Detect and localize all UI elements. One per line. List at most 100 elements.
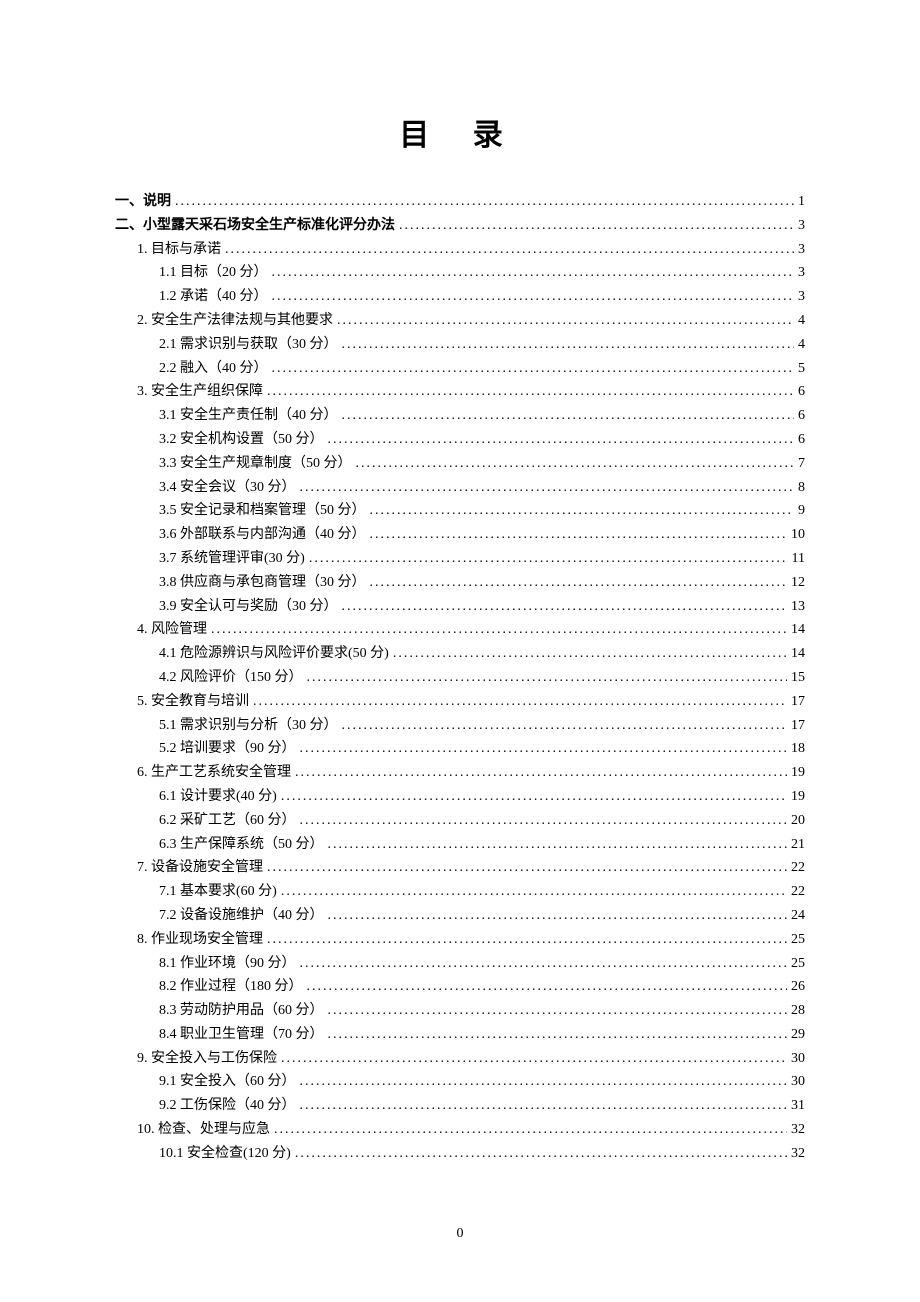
toc-entry-page: 29 xyxy=(791,1023,805,1047)
toc-entry-label: 3.1 安全生产责任制（40 分） xyxy=(159,404,338,428)
toc-leader xyxy=(267,380,794,404)
toc-entry-page: 30 xyxy=(791,1047,805,1071)
toc-entry-page: 25 xyxy=(791,928,805,952)
toc-entry: 3.4 安全会议（30 分） 8 xyxy=(159,476,805,500)
toc-entry-page: 17 xyxy=(791,690,805,714)
toc-entry-label: 3.4 安全会议（30 分） xyxy=(159,476,296,500)
toc-leader xyxy=(328,1023,788,1047)
toc-entry-page: 3 xyxy=(798,238,805,262)
toc-leader xyxy=(300,476,795,500)
toc-entry-label: 5. 安全教育与培训 xyxy=(137,690,249,714)
toc-entry-page: 19 xyxy=(791,785,805,809)
toc-entry-page: 3 xyxy=(798,285,805,309)
toc-leader xyxy=(342,333,795,357)
toc-entry-page: 14 xyxy=(791,642,805,666)
toc-leader xyxy=(393,642,787,666)
toc-leader xyxy=(272,357,795,381)
toc-entry: 二、小型露天采石场安全生产标准化评分办法 3 xyxy=(115,214,805,238)
toc-entry-label: 二、小型露天采石场安全生产标准化评分办法 xyxy=(115,214,395,238)
toc-entry-page: 3 xyxy=(798,261,805,285)
toc-entry-label: 6.3 生产保障系统（50 分） xyxy=(159,833,324,857)
toc-entry-page: 6 xyxy=(798,380,805,404)
toc-entry: 9.2 工伤保险（40 分）31 xyxy=(159,1094,805,1118)
toc-entry-label: 8.2 作业过程（180 分） xyxy=(159,975,303,999)
toc-entry: 6.1 设计要求(40 分)19 xyxy=(159,785,805,809)
toc-entry: 2.2 融入（40 分）5 xyxy=(159,357,805,381)
toc-entry-label: 8. 作业现场安全管理 xyxy=(137,928,263,952)
toc-leader xyxy=(356,452,795,476)
toc-entry-page: 17 xyxy=(791,714,805,738)
toc-entry-label: 3.9 安全认可与奖励（30 分） xyxy=(159,595,338,619)
toc-leader xyxy=(272,261,795,285)
toc-leader xyxy=(281,880,787,904)
toc-entry-label: 3.6 外部联系与内部沟通（40 分） xyxy=(159,523,366,547)
toc-entry: 1.1 目标（20 分）3 xyxy=(159,261,805,285)
toc-leader xyxy=(370,571,788,595)
toc-leader xyxy=(342,595,788,619)
toc-leader xyxy=(370,523,788,547)
toc-entry-label: 8.4 职业卫生管理（70 分） xyxy=(159,1023,324,1047)
toc-entry-label: 9.1 安全投入（60 分） xyxy=(159,1070,296,1094)
toc-entry: 6.2 采矿工艺（60 分）20 xyxy=(159,809,805,833)
toc-leader xyxy=(267,856,787,880)
toc-leader xyxy=(337,309,794,333)
toc-entry: 9. 安全投入与工伤保险30 xyxy=(137,1047,805,1071)
toc-entry-label: 8.1 作业环境（90 分） xyxy=(159,952,296,976)
toc-entry-page: 30 xyxy=(791,1070,805,1094)
toc-leader xyxy=(295,1142,787,1166)
toc-entry-label: 7.2 设备设施维护（40 分） xyxy=(159,904,324,928)
toc-entry-label: 10.1 安全检查(120 分) xyxy=(159,1142,291,1166)
toc-title: 目 录 xyxy=(115,110,805,154)
toc-entry: 7.2 设备设施维护（40 分）24 xyxy=(159,904,805,928)
toc-leader xyxy=(175,190,794,214)
toc-entry-page: 32 xyxy=(791,1118,805,1142)
toc-leader xyxy=(253,690,787,714)
toc-entry: 5.2 培训要求（90 分）18 xyxy=(159,737,805,761)
toc-entry: 4. 风险管理14 xyxy=(137,618,805,642)
toc-entry: 3.8 供应商与承包商管理（30 分）12 xyxy=(159,571,805,595)
toc-leader xyxy=(225,238,794,262)
toc-entry: 8.1 作业环境（90 分）25 xyxy=(159,952,805,976)
toc-leader xyxy=(300,1094,788,1118)
toc-entry-label: 3.5 安全记录和档案管理（50 分） xyxy=(159,499,366,523)
toc-entry-label: 3.7 系统管理评审(30 分) xyxy=(159,547,305,571)
toc-entry-label: 10. 检查、处理与应急 xyxy=(137,1118,270,1142)
toc-entry-label: 8.3 劳动防护用品（60 分） xyxy=(159,999,324,1023)
toc-entry-label: 5.2 培训要求（90 分） xyxy=(159,737,296,761)
toc-entry: 1.2 承诺（40 分） 3 xyxy=(159,285,805,309)
toc-entry-label: 4.2 风险评价（150 分） xyxy=(159,666,303,690)
toc-entry: 7. 设备设施安全管理22 xyxy=(137,856,805,880)
toc-leader xyxy=(281,1047,787,1071)
toc-leader xyxy=(295,761,787,785)
toc-entry: 1. 目标与承诺3 xyxy=(137,238,805,262)
toc-entry: 3.6 外部联系与内部沟通（40 分） 10 xyxy=(159,523,805,547)
toc-entry-page: 6 xyxy=(798,428,805,452)
toc-entry-page: 10 xyxy=(791,523,805,547)
toc-leader xyxy=(300,952,788,976)
toc-entry-page: 22 xyxy=(791,880,805,904)
toc-entry-page: 8 xyxy=(798,476,805,500)
toc-leader xyxy=(309,547,788,571)
toc-entry: 10. 检查、处理与应急 32 xyxy=(137,1118,805,1142)
toc-entry-page: 9 xyxy=(798,499,805,523)
toc-entry: 4.2 风险评价（150 分）15 xyxy=(159,666,805,690)
toc-leader xyxy=(300,1070,788,1094)
toc-entry: 10.1 安全检查(120 分)32 xyxy=(159,1142,805,1166)
toc-entry-page: 31 xyxy=(791,1094,805,1118)
toc-entry-label: 4. 风险管理 xyxy=(137,618,207,642)
toc-leader xyxy=(370,499,795,523)
toc-entry: 8.2 作业过程（180 分）26 xyxy=(159,975,805,999)
toc-entry: 3.2 安全机构设置（50 分）6 xyxy=(159,428,805,452)
toc-leader xyxy=(300,809,788,833)
toc-leader xyxy=(328,428,795,452)
toc-entry-label: 1.2 承诺（40 分） xyxy=(159,285,268,309)
toc-entry: 3. 安全生产组织保障6 xyxy=(137,380,805,404)
toc-leader xyxy=(300,737,788,761)
toc-leader xyxy=(328,999,788,1023)
toc-entry: 9.1 安全投入（60 分） 30 xyxy=(159,1070,805,1094)
toc-entry-page: 7 xyxy=(798,452,805,476)
toc-entry-label: 6. 生产工艺系统安全管理 xyxy=(137,761,291,785)
toc-entry-page: 3 xyxy=(798,214,805,238)
toc-entry-page: 6 xyxy=(798,404,805,428)
toc-leader xyxy=(274,1118,787,1142)
